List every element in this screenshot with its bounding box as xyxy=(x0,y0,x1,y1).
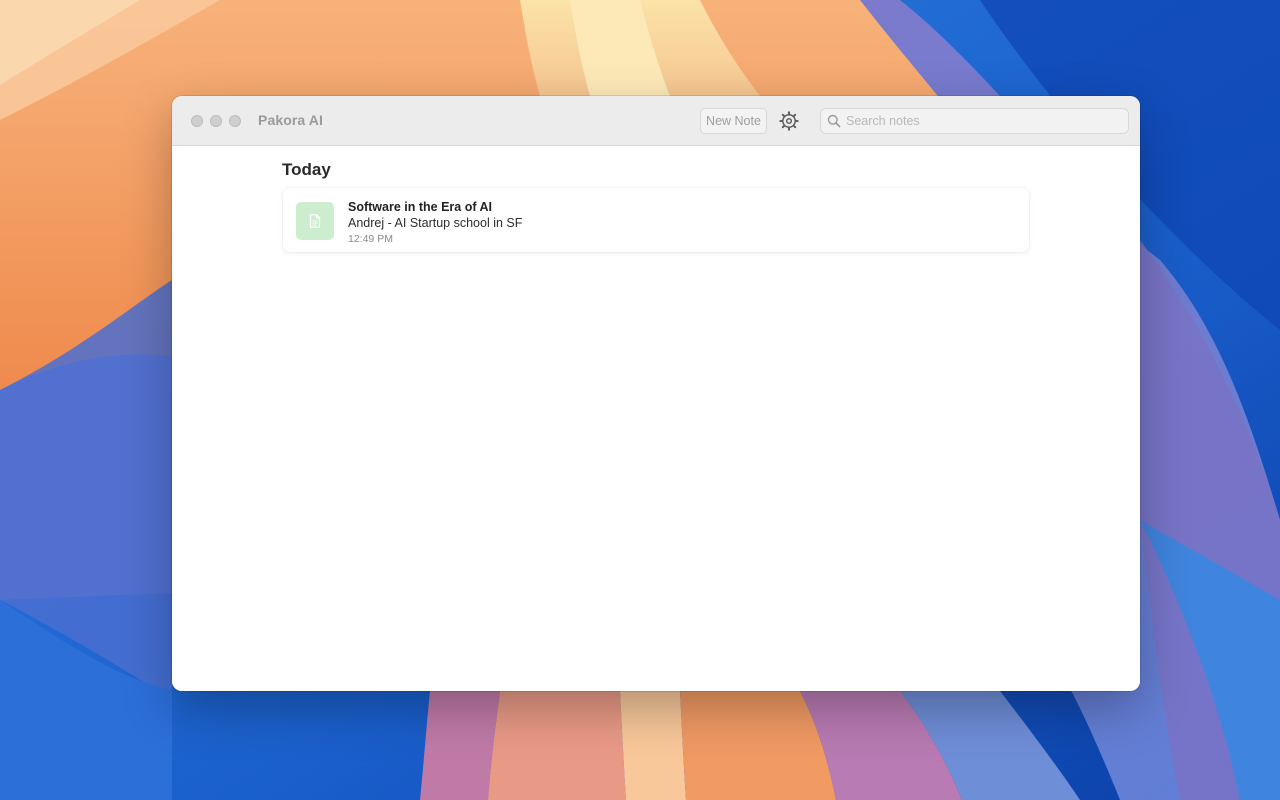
search-icon xyxy=(827,114,841,128)
note-title: Software in the Era of AI xyxy=(348,200,493,214)
new-note-button[interactable]: New Note xyxy=(700,108,767,134)
titlebar: Pakora AI New Note xyxy=(172,96,1140,146)
note-subtitle: Andrej - AI Startup school in SF xyxy=(348,216,523,230)
note-card[interactable]: Software in the Era of AI Andrej - AI St… xyxy=(283,188,1029,252)
section-heading-today: Today xyxy=(282,160,331,179)
minimize-window-button[interactable] xyxy=(210,115,222,127)
zoom-window-button[interactable] xyxy=(229,115,241,127)
desktop: Pakora AI New Note Search notes Today So… xyxy=(0,0,1280,800)
document-icon xyxy=(296,202,334,240)
search-input[interactable] xyxy=(846,112,1116,130)
note-timestamp: 12:49 PM xyxy=(348,233,393,245)
close-window-button[interactable] xyxy=(191,115,203,127)
app-window: Pakora AI New Note Search notes Today So… xyxy=(172,96,1140,691)
notes-list-area: Today Software in the Era of AI Andrej -… xyxy=(172,146,1140,691)
app-title: Pakora AI xyxy=(258,112,323,128)
gear-icon[interactable] xyxy=(778,110,800,132)
search-field[interactable] xyxy=(820,108,1129,134)
